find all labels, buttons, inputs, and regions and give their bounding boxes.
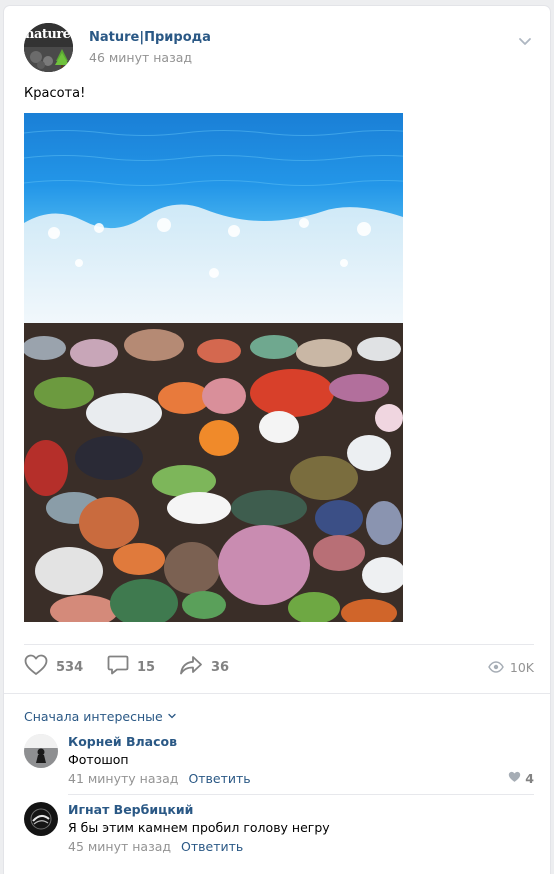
share-count: 36 (211, 659, 230, 675)
heart-icon (24, 654, 48, 680)
views-count: 10K (509, 659, 534, 675)
chevron-down-icon[interactable] (518, 33, 532, 47)
group-avatar-text: nature (25, 27, 71, 42)
comment-time[interactable]: 45 минут назад (68, 839, 171, 854)
like-button[interactable]: 534 (24, 651, 83, 683)
comment-like-count: 4 (525, 771, 534, 786)
comment-count: 15 (137, 659, 156, 675)
comment-like-button[interactable]: 4 (508, 771, 534, 786)
views-counter: 10K (488, 651, 534, 683)
share-icon (179, 655, 203, 679)
comment-author[interactable]: Игнат Вербицкий (68, 802, 193, 817)
comment-text: Я бы этим камнем пробил голову негру (68, 820, 330, 835)
comments-sort-dropdown[interactable]: Сначала интересные (24, 709, 177, 724)
post-header: nature Nature|Природа 46 минут назад (24, 23, 534, 73)
heart-icon (508, 771, 525, 786)
comment-text: Фотошоп (68, 752, 129, 767)
chevron-down-icon (163, 709, 177, 724)
post-card: nature Nature|Природа 46 минут назад Кра… (4, 6, 550, 874)
comment-meta: 45 минут назад Ответить (68, 839, 243, 854)
sort-label: Сначала интересные (24, 709, 163, 724)
eye-icon (488, 658, 504, 677)
share-button[interactable]: 36 (179, 651, 229, 683)
comment-author[interactable]: Корней Власов (68, 734, 177, 749)
comment-icon (107, 654, 129, 680)
comment-item: Игнат Вербицкий Я бы этим камнем пробил … (24, 802, 534, 858)
commenter-avatar[interactable] (24, 802, 58, 836)
post-text: Красота! (24, 86, 86, 101)
reply-button[interactable]: Ответить (188, 771, 250, 786)
comment-button[interactable]: 15 (107, 651, 155, 683)
post-actions: 534 15 36 10K (24, 651, 534, 683)
comment-time[interactable]: 41 минуту назад (68, 771, 178, 786)
comments-divider (4, 693, 550, 694)
group-avatar[interactable]: nature (24, 23, 73, 72)
post-time[interactable]: 46 минут назад (89, 50, 192, 65)
comment-meta: 41 минуту назад Ответить (68, 771, 251, 786)
commenter-avatar[interactable] (24, 734, 58, 768)
reply-button[interactable]: Ответить (181, 839, 243, 854)
like-count: 534 (56, 659, 84, 675)
post-photo[interactable] (24, 113, 403, 622)
comment-item: Корней Власов Фотошоп 41 минуту назад Отв… (24, 734, 534, 790)
comment-divider (68, 794, 534, 795)
group-name-link[interactable]: Nature|Природа (89, 30, 211, 45)
post-divider (24, 644, 534, 645)
